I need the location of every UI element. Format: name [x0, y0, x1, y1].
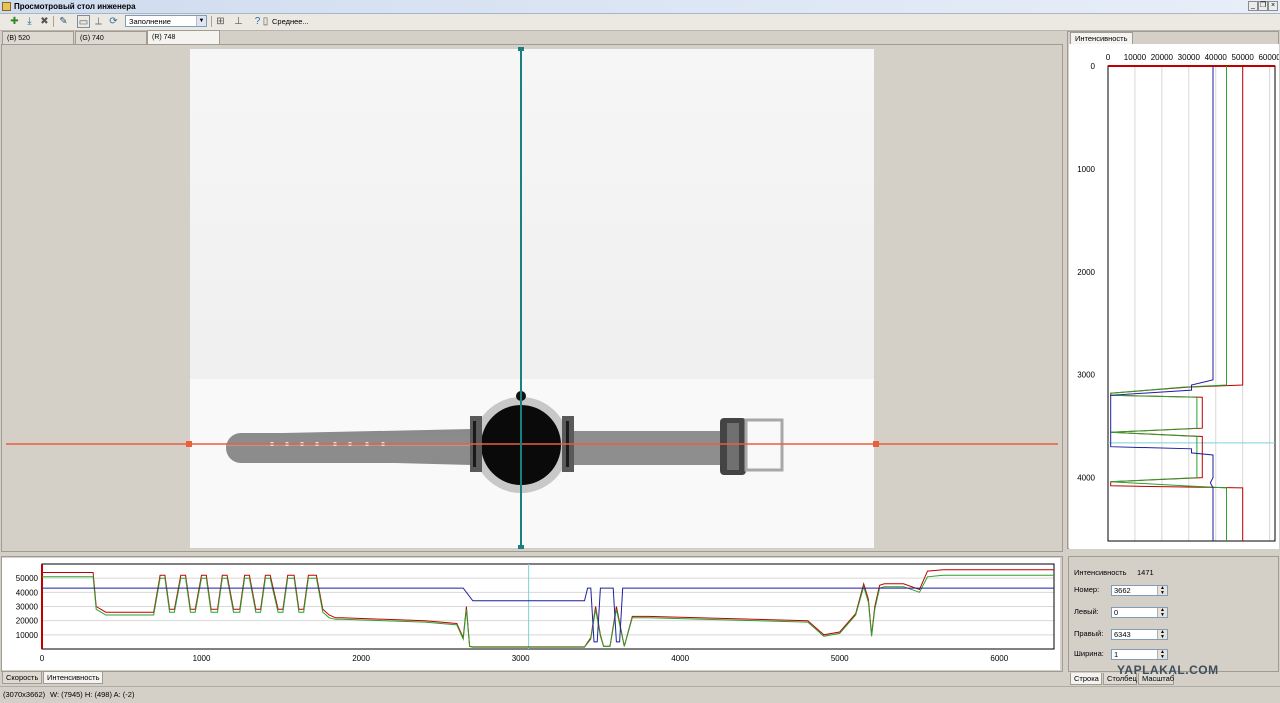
intensity-value: 1471 [1137, 568, 1154, 577]
row-profile-chart: 10000 20000 30000 40000 50000 0 1000 2000 3000 40… [2, 558, 1060, 670]
row-profile-svg: 10000 20000 30000 40000 50000 0 1000 2000 3000 40… [16, 563, 1055, 663]
series-line-blue [42, 587, 1054, 643]
title-bar: Просмотровый стол инженера _ ❐ × [0, 0, 1280, 14]
y-tick-label: 40000 [16, 588, 39, 597]
tab-row[interactable]: Строка [1070, 673, 1102, 685]
status-bar: (3070x3662) W: (7945) H: (498) A: (-2) [0, 686, 1280, 703]
x-tick-label: 4000 [671, 654, 689, 663]
series-line-green [42, 574, 1054, 648]
y-tick-label: 10000 [16, 631, 39, 640]
pen-icon[interactable]: ✎ [57, 15, 70, 28]
y-tick-label: 20000 [16, 617, 39, 626]
document-icon: ▯ [262, 16, 269, 27]
restore-button[interactable]: ❐ [1258, 1, 1268, 11]
status-coords: (3070x3662) [3, 690, 46, 699]
add-icon[interactable]: ✚ [8, 15, 21, 28]
width-label: Ширина: [1074, 649, 1104, 658]
left-value: 0 [1114, 608, 1119, 617]
x-tick-label: 60000 [1258, 53, 1279, 62]
left-label: Левый: [1074, 607, 1099, 616]
x-tick-label: 10000 [1124, 53, 1147, 62]
minimize-button[interactable]: _ [1248, 1, 1258, 11]
cursor-handle-right [873, 441, 879, 447]
y-tick-label: 0 [1091, 62, 1096, 71]
x-tick-label: 40000 [1205, 53, 1228, 62]
toolbar-separator [211, 16, 212, 27]
y-tick-label: 50000 [16, 574, 39, 583]
fill-mode-select[interactable]: Заполнение ▼ [125, 15, 207, 27]
width-stepper[interactable]: 1 ▲ ▼ [1111, 649, 1168, 660]
x-tick-label: 0 [1106, 53, 1111, 62]
x-tick-label: 50000 [1232, 53, 1255, 62]
x-tick-label: 3000 [512, 654, 530, 663]
intensity-label: Интенсивность [1074, 568, 1127, 577]
app-icon [2, 2, 11, 11]
cursor-overlay [6, 47, 1058, 549]
x-tick-label: 20000 [1151, 53, 1174, 62]
number-label: Номер: [1074, 585, 1100, 594]
cursor-handle-top [518, 47, 524, 51]
spin-arrows-icon[interactable]: ▲ ▼ [1157, 586, 1167, 595]
properties-panel: Интенсивность 1471 Номер: 3662 ▲ ▼ Левый:… [1068, 556, 1279, 672]
watermark-logo: YAPLAKAL.COM [1117, 663, 1219, 677]
delete-icon[interactable]: ✖ [38, 15, 51, 28]
x-tick-label: 6000 [990, 654, 1008, 663]
series-line-green [1110, 66, 1227, 541]
x-tick-label: 5000 [831, 654, 849, 663]
tab-speed[interactable]: Скорость [2, 672, 42, 684]
refresh-icon[interactable]: ⟳ [107, 15, 120, 28]
toolbar-separator [53, 16, 54, 27]
tab-red-channel[interactable]: (R) 748 (6344x4616) [147, 30, 220, 54]
status-dimensions: W: (7945) H: (498) A: (-2) [50, 690, 135, 699]
cursor-handle-bottom [518, 545, 524, 549]
x-tick-label: 1000 [193, 654, 211, 663]
series-line-red [1110, 66, 1244, 541]
plot-frame [1107, 65, 1276, 542]
column-profile-chart: 0 10000 20000 30000 40000 50000 60000 0 1000 2000… [1069, 44, 1280, 549]
y-tick-label: 3000 [1077, 371, 1095, 380]
measure-icon[interactable]: ⟂ [92, 15, 105, 28]
x-tick-label: 2000 [352, 654, 370, 663]
tab-blue-channel[interactable]: (B) 520 (6344x4616) [2, 31, 74, 55]
right-label: Правый: [1074, 629, 1104, 638]
number-value: 3662 [1114, 586, 1131, 595]
tab-intensity[interactable]: Интенсивность [43, 672, 103, 684]
y-tick-label: 2000 [1077, 268, 1095, 277]
toolbar: ✚ ⤓ ✖ ✎ ▭ ⟂ ⟳ Заполнение ▼ ⊞ ⊥ ? ▯ Средн… [0, 14, 1280, 31]
number-stepper[interactable]: 3662 ▲ ▼ [1111, 585, 1168, 596]
window-title: Просмотровый стол инженера [14, 2, 136, 11]
right-value: 6343 [1114, 630, 1131, 639]
x-tick-label: 0 [40, 654, 45, 663]
spin-arrows-icon[interactable]: ▲ ▼ [1157, 630, 1167, 639]
spin-arrows-icon[interactable]: ▲ ▼ [1157, 608, 1167, 617]
column-profile-svg: 0 10000 20000 30000 40000 50000 60000 0 1000 2000… [1077, 53, 1280, 542]
left-stepper[interactable]: 0 ▲ ▼ [1111, 607, 1168, 618]
import-icon[interactable]: ⤓ [23, 15, 36, 28]
average-button[interactable]: Среднее... [272, 15, 309, 28]
x-tick-label: 30000 [1178, 53, 1201, 62]
width-value: 1 [1114, 650, 1119, 659]
tab-green-channel[interactable]: (G) 740 (6344x4616) [75, 31, 147, 55]
select-icon[interactable]: ▭ [77, 15, 90, 28]
y-tick-label: 4000 [1077, 474, 1095, 483]
chevron-down-icon[interactable]: ▼ [196, 16, 206, 26]
fill-mode-value: Заполнение [129, 17, 171, 26]
cursor-handle-left [186, 441, 192, 447]
right-stepper[interactable]: 6343 ▲ ▼ [1111, 629, 1168, 640]
y-tick-label: 30000 [16, 603, 39, 612]
grid-icon[interactable]: ⊞ [214, 15, 227, 28]
network-icon[interactable]: ⊥ [232, 15, 245, 28]
spin-arrows-icon[interactable]: ▲ ▼ [1157, 650, 1167, 659]
close-button[interactable]: × [1268, 1, 1278, 11]
y-tick-label: 1000 [1077, 165, 1095, 174]
